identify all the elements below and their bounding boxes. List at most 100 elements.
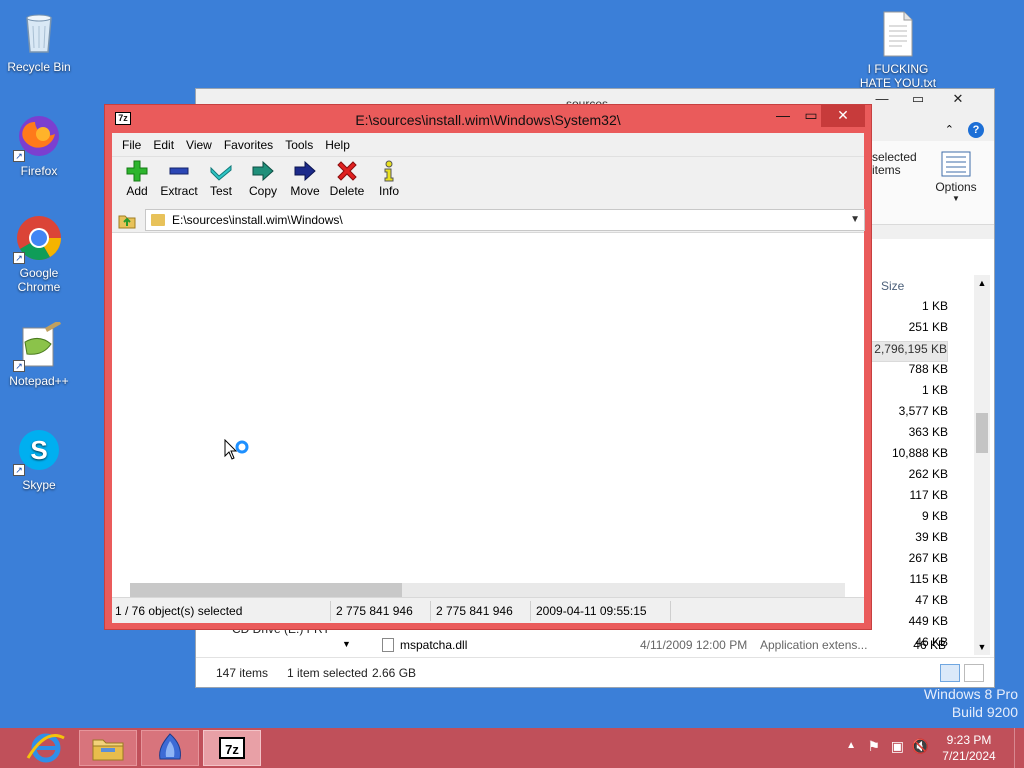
- help-icon[interactable]: ?: [968, 122, 984, 138]
- large-icons-view-icon[interactable]: [964, 664, 984, 682]
- desktop-icon-skype[interactable]: S ↗ Skype: [1, 426, 77, 492]
- sevenzip-window[interactable]: 7z E:\sources\install.wim\Windows\System…: [104, 104, 872, 630]
- ribbon-options-label: Options: [935, 180, 977, 194]
- desktop-icon-recycle-bin[interactable]: Recycle Bin: [1, 8, 77, 74]
- address-combobox[interactable]: E:\sources\install.wim\Windows\ ▼: [145, 209, 865, 231]
- delete-button[interactable]: Delete: [326, 157, 368, 205]
- ribbon-collapse-icon[interactable]: ⌃: [945, 123, 954, 136]
- file-type: Application extens...: [760, 638, 868, 652]
- taskbar-7zip-button[interactable]: 7z: [203, 730, 261, 766]
- watermark-edition: Windows 8 Pro: [923, 686, 1018, 702]
- network-icon[interactable]: ▣: [891, 738, 904, 755]
- shortcut-arrow-icon: ↗: [13, 360, 25, 372]
- dll-file-icon: [382, 638, 394, 652]
- menu-view[interactable]: View: [180, 138, 218, 152]
- shortcut-arrow-icon: ↗: [13, 252, 25, 264]
- action-center-flag-icon[interactable]: ⚑: [867, 738, 880, 755]
- delete-label: Delete: [329, 184, 365, 198]
- minus-icon: [169, 167, 189, 175]
- watermark-build: Build 9200: [951, 704, 1018, 720]
- test-button[interactable]: Test: [200, 157, 242, 205]
- status-selected-count: 1 / 76 object(s) selected: [115, 604, 243, 618]
- size-cell: 117 KB: [909, 488, 948, 502]
- explorer-close-button[interactable]: ✕: [936, 89, 980, 111]
- size-cell: 39 KB: [915, 530, 948, 544]
- column-header-size[interactable]: Size: [881, 279, 904, 293]
- ribbon-options-button[interactable]: Options ▼: [931, 151, 981, 203]
- file-date: 4/11/2009 12:00 PM: [640, 638, 748, 652]
- size-cell: 267 KB: [908, 551, 948, 565]
- sevenzip-minimize-button[interactable]: —: [769, 105, 797, 127]
- info-button[interactable]: Info: [368, 157, 410, 205]
- explorer-maximize-button[interactable]: ▭: [902, 89, 934, 111]
- status-modified: 2009-04-11 09:55:15: [536, 604, 647, 618]
- toolbar: Add Extract Test Copy Move Delete Info: [112, 157, 864, 207]
- address-path: E:\sources\install.wim\Windows\: [172, 213, 343, 227]
- size-cell: 1 KB: [921, 299, 948, 313]
- file-size: 46 KB: [913, 638, 946, 652]
- options-icon: [941, 151, 971, 177]
- ribbon-select-button[interactable]: selected items: [872, 151, 932, 177]
- file-list-area[interactable]: [112, 235, 864, 597]
- move-button[interactable]: Move: [284, 157, 326, 205]
- move-label: Move: [290, 184, 320, 198]
- menu-file[interactable]: File: [116, 138, 147, 152]
- clock[interactable]: 9:23 PM 7/21/2024: [938, 733, 1000, 763]
- size-cell: 449 KB: [908, 614, 948, 628]
- menu-edit[interactable]: Edit: [147, 138, 180, 152]
- vertical-scrollbar[interactable]: ▲ ▼: [974, 275, 990, 655]
- size-cell: 262 KB: [908, 467, 948, 481]
- check-icon: [210, 164, 232, 181]
- desktop-icon-label: Skype: [22, 478, 56, 492]
- sevenzip-client-area: File Edit View Favorites Tools Help Add …: [112, 133, 865, 623]
- scroll-down-arrow-icon[interactable]: ▼: [974, 639, 990, 655]
- desktop-icon-google-chrome[interactable]: ↗ Google Chrome: [1, 214, 77, 294]
- taskbar-file-explorer-button[interactable]: [79, 730, 137, 766]
- horizontal-scrollbar[interactable]: [130, 583, 845, 597]
- sevenzip-icon: 7z: [219, 737, 245, 759]
- scroll-up-arrow-icon[interactable]: ▲: [974, 275, 990, 291]
- horizontal-scrollbar-thumb[interactable]: [130, 583, 402, 597]
- size-cell: 3,577 KB: [898, 404, 948, 418]
- sevenzip-title: E:\sources\install.wim\Windows\System32\: [355, 112, 621, 128]
- chevron-down-icon[interactable]: ▼: [850, 210, 860, 230]
- status-divider: [430, 601, 431, 621]
- sevenzip-titlebar[interactable]: 7z E:\sources\install.wim\Windows\System…: [105, 105, 871, 133]
- show-hidden-icons-icon[interactable]: ▲: [846, 740, 856, 751]
- volume-muted-icon[interactable]: 🔇: [912, 738, 929, 755]
- blue-flame-app-icon: [159, 733, 181, 760]
- status-size: 2.66 GB: [372, 666, 417, 680]
- desktop-icon-label: I FUCKING HATE YOU.txt: [859, 62, 937, 90]
- info-label: Info: [378, 184, 399, 198]
- menu-bar: File Edit View Favorites Tools Help: [112, 133, 864, 157]
- details-view-icon[interactable]: [940, 664, 960, 682]
- show-desktop-button[interactable]: [1014, 728, 1024, 768]
- svg-text:7z: 7z: [225, 742, 239, 757]
- extract-button[interactable]: Extract: [158, 157, 200, 205]
- table-row[interactable]: mspatcha.dll 4/11/2009 12:00 PM Applicat…: [382, 636, 952, 656]
- windows-watermark: Windows 8 Pro Build 9200: [924, 686, 1018, 720]
- add-button[interactable]: Add: [116, 157, 158, 205]
- copy-label: Copy: [248, 184, 277, 198]
- chrome-icon: ↗: [13, 214, 63, 264]
- scrollbar-thumb[interactable]: [976, 413, 988, 453]
- taskbar-app-button[interactable]: [141, 730, 199, 766]
- clock-time: 9:23 PM: [946, 733, 992, 747]
- skype-icon: S ↗: [13, 426, 63, 476]
- nav-pane-scroll-down-icon[interactable]: ▼: [342, 639, 351, 649]
- copy-button[interactable]: Copy: [242, 157, 284, 205]
- desktop-icon-label: Google Chrome: [17, 266, 61, 294]
- desktop-icon-firefox[interactable]: ↗ Firefox: [1, 112, 77, 178]
- folder-up-button[interactable]: [117, 210, 137, 230]
- size-cell: 1 KB: [921, 383, 948, 397]
- menu-favorites[interactable]: Favorites: [218, 138, 279, 152]
- desktop-icon-label: Recycle Bin: [7, 60, 71, 74]
- size-cell: 251 KB: [908, 320, 948, 334]
- desktop-icon-text-file[interactable]: I FUCKING HATE YOU.txt: [856, 10, 940, 90]
- desktop-icon-notepad-plus-plus[interactable]: ↗ Notepad++: [1, 320, 77, 388]
- taskbar-ie-button[interactable]: [18, 730, 76, 766]
- test-label: Test: [209, 184, 232, 198]
- menu-help[interactable]: Help: [319, 138, 356, 152]
- menu-tools[interactable]: Tools: [279, 138, 319, 152]
- sevenzip-close-button[interactable]: ✕: [821, 105, 865, 127]
